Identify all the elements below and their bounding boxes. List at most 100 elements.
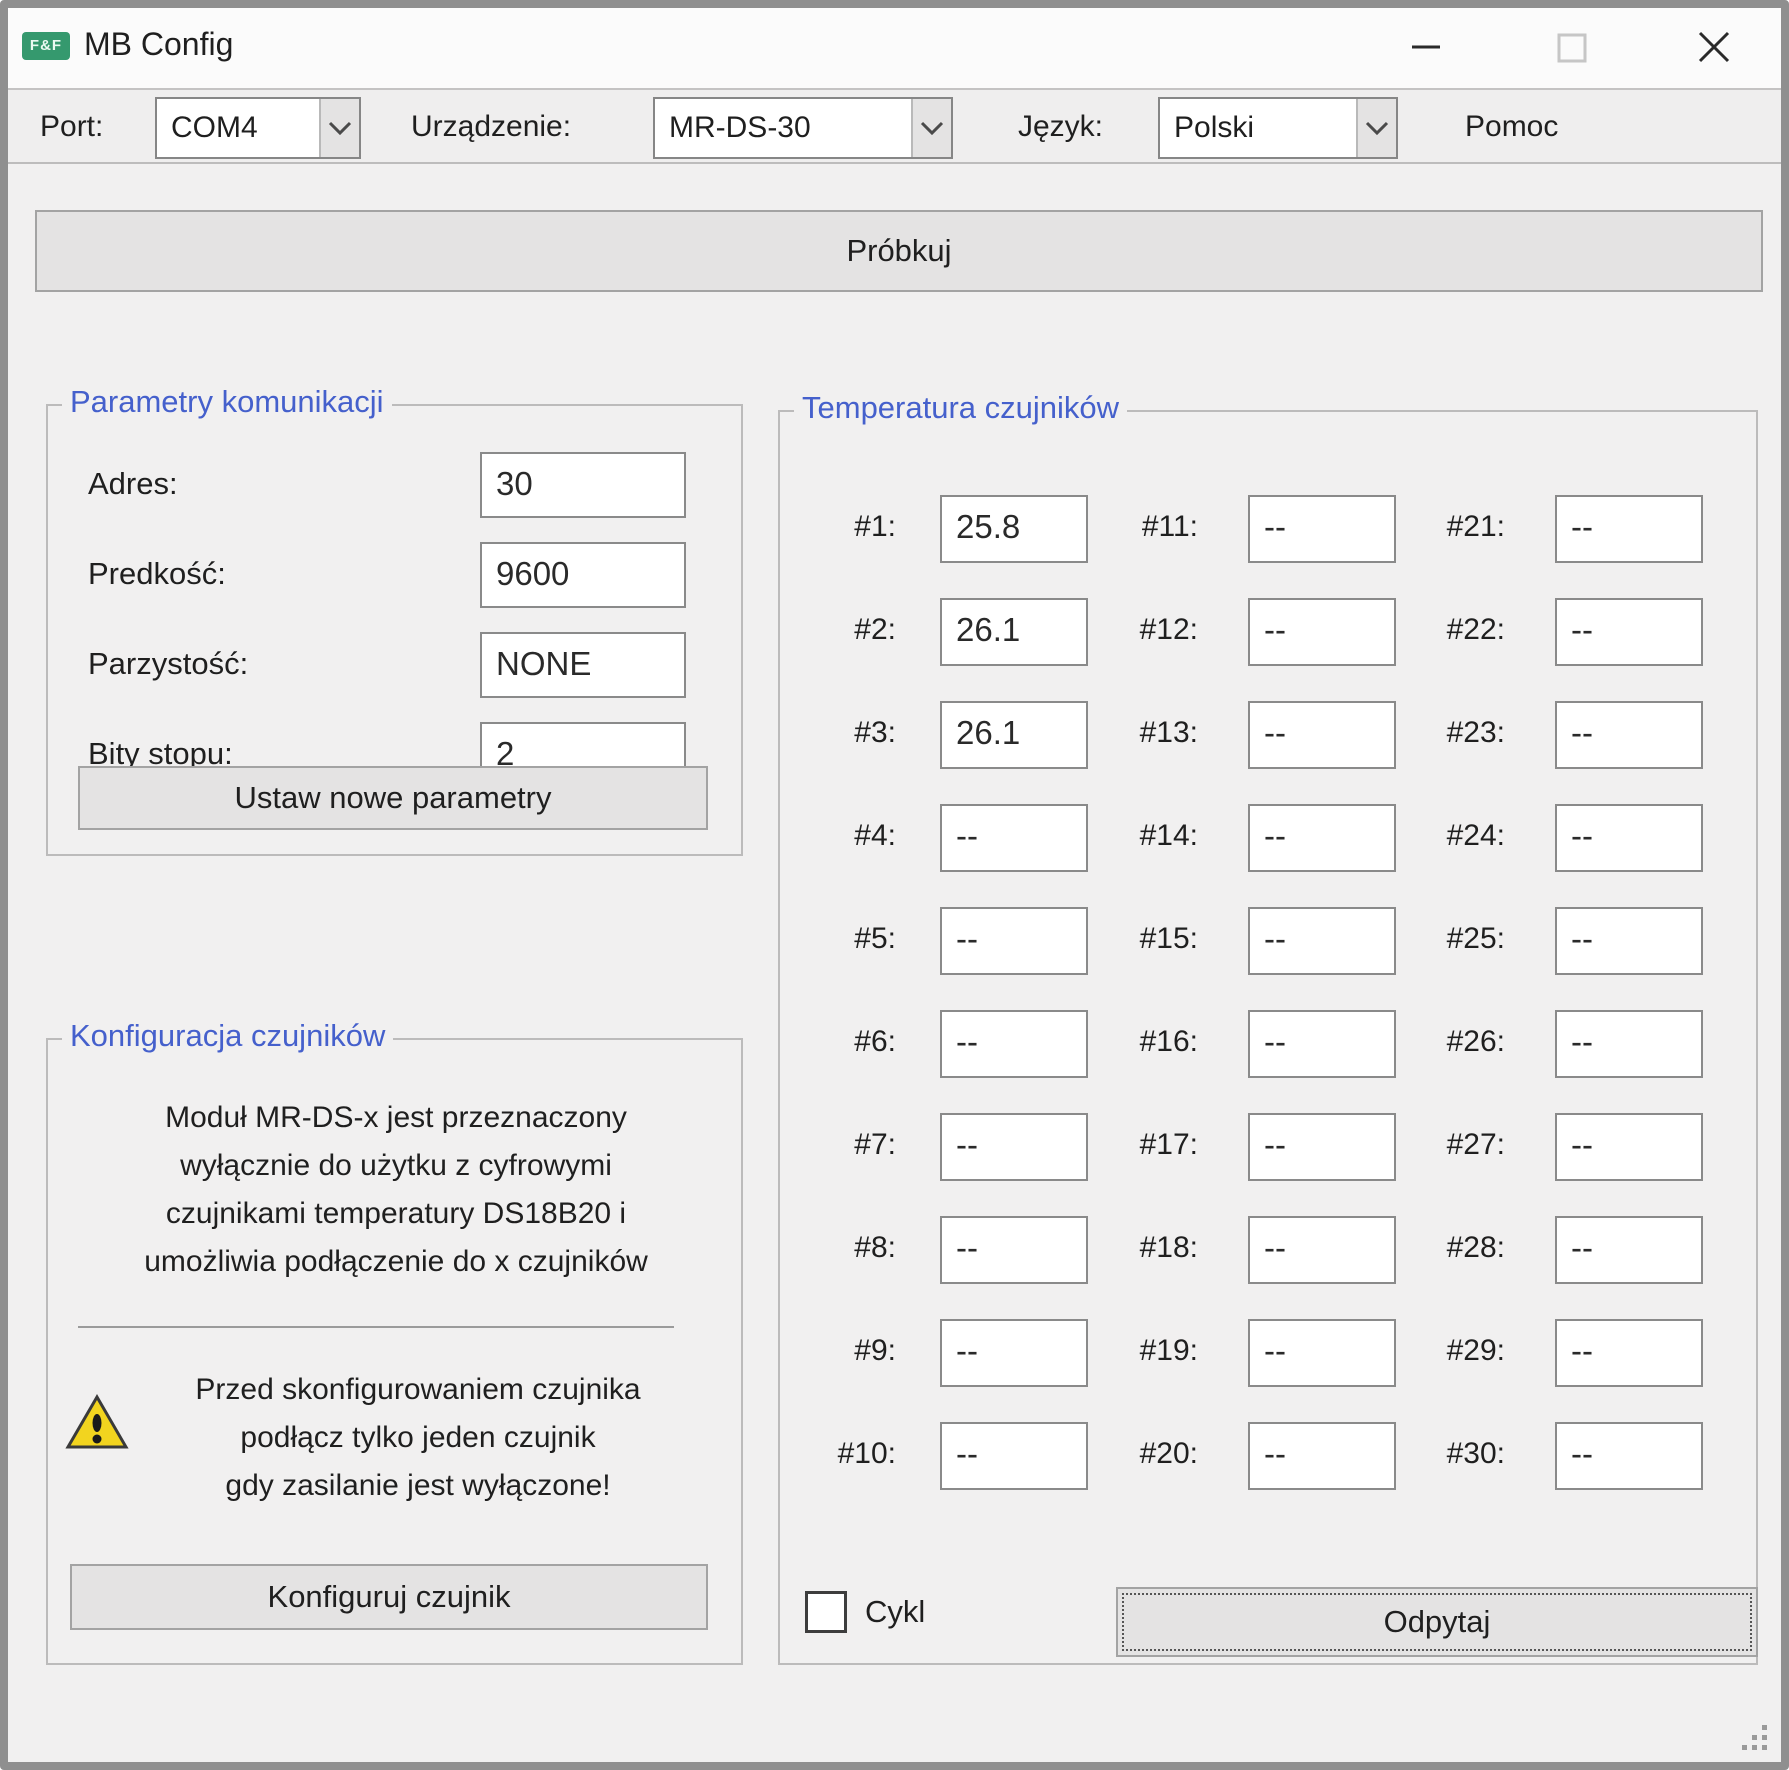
sensor-label: #26: — [1446, 1025, 1505, 1058]
sensor-label: #1: — [854, 510, 896, 543]
sensor-value-field[interactable]: -- — [940, 1113, 1088, 1181]
sensor-label: #13: — [1139, 716, 1198, 749]
sensor-value-field[interactable]: -- — [1248, 495, 1396, 563]
sensor-label: #30: — [1446, 1437, 1505, 1470]
sensor-value-field[interactable]: -- — [940, 1422, 1088, 1490]
language-select[interactable]: Polski — [1158, 97, 1398, 159]
sensor-value-field[interactable]: -- — [1248, 1113, 1396, 1181]
info-line: wyłącznie do użytku z cyfrowymi — [180, 1149, 612, 1182]
sensor-label: #22: — [1446, 613, 1505, 646]
resize-grip[interactable] — [1737, 1720, 1767, 1750]
sensor-config-info-text: Moduł MR-DS-x jest przeznaczony wyłączni… — [56, 1094, 736, 1286]
sensor-value-field[interactable]: -- — [1248, 598, 1396, 666]
comm-params-group-title: Parametry komunikacji — [62, 384, 392, 420]
sensor-value-field[interactable]: -- — [1248, 907, 1396, 975]
device-selected-value: MR-DS-30 — [669, 111, 811, 144]
sensor-label: #17: — [1139, 1128, 1198, 1161]
sensor-label: #25: — [1446, 922, 1505, 955]
sensor-value-field[interactable]: -- — [940, 907, 1088, 975]
sensor-label: #7: — [854, 1128, 896, 1161]
sensor-value-field[interactable]: -- — [1555, 1010, 1703, 1078]
warning-line: Przed skonfigurowaniem czujnika — [195, 1373, 641, 1406]
sensor-value-field[interactable]: -- — [1248, 804, 1396, 872]
info-line: Moduł MR-DS-x jest przeznaczony — [165, 1101, 627, 1134]
sensor-label: #14: — [1139, 819, 1198, 852]
sensor-config-warning-text: Przed skonfigurowaniem czujnika podłącz … — [118, 1366, 718, 1510]
sensor-value-field[interactable]: -- — [1248, 1422, 1396, 1490]
info-line: czujnikami temperatury DS18B20 i — [165, 1197, 627, 1230]
chevron-down-icon[interactable] — [319, 99, 359, 157]
language-label: Język: — [1018, 110, 1104, 143]
sensor-label: #20: — [1139, 1437, 1198, 1470]
sensor-value-field[interactable]: -- — [1248, 1010, 1396, 1078]
app-logo-icon: F&F — [22, 32, 70, 60]
close-icon — [1692, 25, 1736, 69]
sensor-label: #21: — [1446, 510, 1505, 543]
toolbar: Port: COM4 Urządzenie: MR-DS-30 Język: P… — [8, 88, 1781, 164]
param-value-field[interactable]: NONE — [480, 632, 686, 698]
probe-button[interactable]: Próbkuj — [35, 210, 1763, 292]
device-select[interactable]: MR-DS-30 — [653, 97, 953, 159]
sensor-label: #27: — [1446, 1128, 1505, 1161]
chevron-down-icon[interactable] — [911, 99, 951, 157]
warning-line: gdy zasilanie jest wyłączone! — [225, 1469, 611, 1502]
sensor-value-field[interactable]: -- — [940, 804, 1088, 872]
port-label: Port: — [40, 110, 104, 143]
param-value-field[interactable]: 9600 — [480, 542, 686, 608]
port-selected-value: COM4 — [171, 111, 258, 144]
maximize-icon — [1549, 25, 1593, 69]
sensor-value-field[interactable]: -- — [940, 1216, 1088, 1284]
sensor-label: #6: — [854, 1025, 896, 1058]
sensor-label: #8: — [854, 1231, 896, 1264]
sensor-label: #11: — [1141, 510, 1198, 543]
sensor-value-field[interactable]: -- — [1555, 1422, 1703, 1490]
sensor-value-field[interactable]: -- — [1555, 495, 1703, 563]
sensor-value-field[interactable]: -- — [1555, 1216, 1703, 1284]
temperatures-group-title: Temperatura czujników — [794, 390, 1128, 426]
language-selected-value: Polski — [1174, 111, 1255, 144]
sensor-value-field[interactable]: -- — [1248, 1319, 1396, 1387]
help-menu[interactable]: Pomoc — [1465, 110, 1558, 144]
poll-button[interactable]: Odpytaj — [1116, 1587, 1758, 1657]
sensor-value-field[interactable]: -- — [940, 1319, 1088, 1387]
param-value-field[interactable]: 30 — [480, 452, 686, 518]
sensor-value-field[interactable]: 26.1 — [940, 598, 1088, 666]
warning-line: podłącz tylko jeden czujnik — [240, 1421, 596, 1454]
sensor-label: #29: — [1446, 1334, 1505, 1367]
minimize-button[interactable] — [1378, 14, 1474, 80]
sensor-value-field[interactable]: -- — [1555, 907, 1703, 975]
app-window: F&F MB Config Port: COM4 Urządzenie: MR-… — [0, 0, 1789, 1770]
sensor-label: #5: — [854, 922, 896, 955]
configure-sensor-button[interactable]: Konfiguruj czujnik — [70, 1564, 708, 1630]
sensor-label: #15: — [1139, 922, 1198, 955]
window-title: MB Config — [84, 26, 234, 62]
sensor-config-group-title: Konfiguracja czujników — [62, 1018, 394, 1054]
sensor-label: #28: — [1446, 1231, 1505, 1264]
sensor-value-field[interactable]: -- — [1248, 701, 1396, 769]
sensor-value-field[interactable]: -- — [940, 1010, 1088, 1078]
param-label: Adres: — [88, 466, 178, 501]
sensor-value-field[interactable]: -- — [1555, 701, 1703, 769]
sensor-value-field[interactable]: -- — [1555, 1113, 1703, 1181]
set-params-button[interactable]: Ustaw nowe parametry — [78, 766, 708, 830]
cycle-checkbox[interactable] — [805, 1591, 847, 1633]
sensor-label: #10: — [837, 1437, 896, 1470]
sensor-label: #9: — [854, 1334, 896, 1367]
sensor-label: #24: — [1446, 819, 1505, 852]
device-label: Urządzenie: — [411, 110, 572, 143]
param-label: Parzystość: — [88, 646, 249, 681]
sensor-value-field[interactable]: -- — [1555, 598, 1703, 666]
sensor-value-field[interactable]: 26.1 — [940, 701, 1088, 769]
sensor-value-field[interactable]: -- — [1248, 1216, 1396, 1284]
sensor-value-field[interactable]: -- — [1555, 1319, 1703, 1387]
chevron-down-icon[interactable] — [1356, 99, 1396, 157]
sensor-value-field[interactable]: -- — [1555, 804, 1703, 872]
sensor-label: #18: — [1139, 1231, 1198, 1264]
maximize-button[interactable] — [1523, 14, 1619, 80]
port-select[interactable]: COM4 — [155, 97, 361, 159]
minimize-icon — [1404, 25, 1448, 69]
close-button[interactable] — [1666, 14, 1762, 80]
sensor-label: #4: — [854, 819, 896, 852]
sensor-label: #16: — [1139, 1025, 1198, 1058]
sensor-value-field[interactable]: 25.8 — [940, 495, 1088, 563]
